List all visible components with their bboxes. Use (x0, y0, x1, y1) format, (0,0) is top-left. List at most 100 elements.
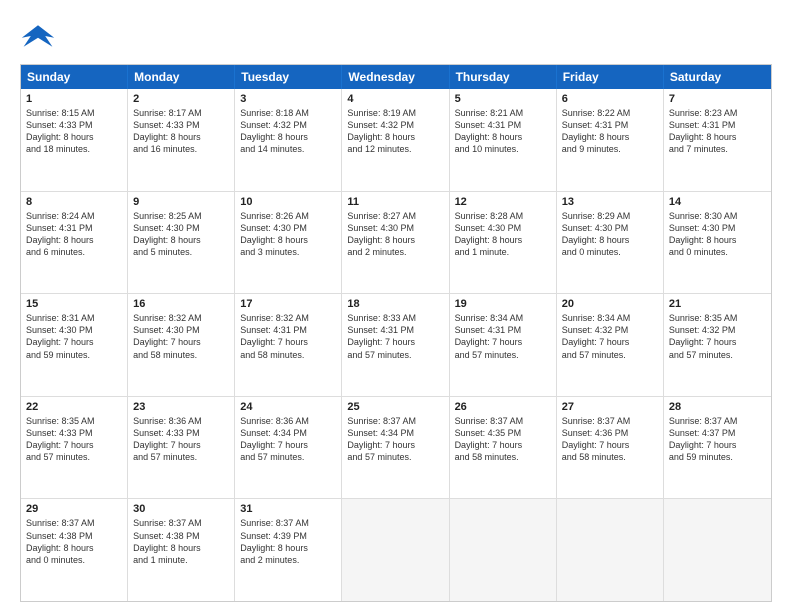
day-number: 22 (26, 401, 122, 413)
day-info: Sunrise: 8:33 AM Sunset: 4:31 PM Dayligh… (347, 312, 443, 361)
day-number: 20 (562, 298, 658, 310)
day-cell-empty (664, 499, 771, 601)
logo-icon (20, 18, 56, 54)
day-number: 7 (669, 93, 766, 105)
col-header-saturday: Saturday (664, 65, 771, 89)
day-number: 28 (669, 401, 766, 413)
day-number: 27 (562, 401, 658, 413)
day-cell-27: 27 Sunrise: 8:37 AM Sunset: 4:36 PM Dayli… (557, 397, 664, 499)
day-info: Sunrise: 8:37 AM Sunset: 4:37 PM Dayligh… (669, 415, 766, 464)
day-number: 14 (669, 196, 766, 208)
day-number: 15 (26, 298, 122, 310)
day-number: 5 (455, 93, 551, 105)
day-number: 10 (240, 196, 336, 208)
day-info: Sunrise: 8:37 AM Sunset: 4:34 PM Dayligh… (347, 415, 443, 464)
day-number: 26 (455, 401, 551, 413)
day-cell-24: 24 Sunrise: 8:36 AM Sunset: 4:34 PM Dayli… (235, 397, 342, 499)
calendar-body: 1Sunrise: 8:15 AM Sunset: 4:33 PM Daylig… (21, 89, 771, 601)
day-cell-15: 15 Sunrise: 8:31 AM Sunset: 4:30 PM Dayli… (21, 294, 128, 396)
day-number: 2 (133, 93, 229, 105)
day-number: 3 (240, 93, 336, 105)
day-cell-16: 16 Sunrise: 8:32 AM Sunset: 4:30 PM Dayli… (128, 294, 235, 396)
day-cell-29: 29 Sunrise: 8:37 AM Sunset: 4:38 PM Dayli… (21, 499, 128, 601)
day-info: Sunrise: 8:21 AM Sunset: 4:31 PM Dayligh… (455, 107, 551, 156)
col-header-thursday: Thursday (450, 65, 557, 89)
week-row-4: 22 Sunrise: 8:35 AM Sunset: 4:33 PM Dayli… (21, 397, 771, 500)
day-cell-3: 3 Sunrise: 8:18 AM Sunset: 4:32 PM Daylig… (235, 89, 342, 191)
day-cell-14: 14Sunrise: 8:30 AM Sunset: 4:30 PM Dayli… (664, 192, 771, 294)
day-info: Sunrise: 8:35 AM Sunset: 4:33 PM Dayligh… (26, 415, 122, 464)
day-info: Sunrise: 8:26 AM Sunset: 4:30 PM Dayligh… (240, 210, 336, 259)
day-cell-7: 7 Sunrise: 8:23 AM Sunset: 4:31 PM Daylig… (664, 89, 771, 191)
day-cell-21: 21Sunrise: 8:35 AM Sunset: 4:32 PM Dayli… (664, 294, 771, 396)
day-cell-6: 6Sunrise: 8:22 AM Sunset: 4:31 PM Daylig… (557, 89, 664, 191)
col-header-sunday: Sunday (21, 65, 128, 89)
day-cell-empty (342, 499, 449, 601)
day-info: Sunrise: 8:23 AM Sunset: 4:31 PM Dayligh… (669, 107, 766, 156)
day-number: 4 (347, 93, 443, 105)
day-info: Sunrise: 8:28 AM Sunset: 4:30 PM Dayligh… (455, 210, 551, 259)
day-info: Sunrise: 8:24 AM Sunset: 4:31 PM Dayligh… (26, 210, 122, 259)
day-number: 8 (26, 196, 122, 208)
day-info: Sunrise: 8:31 AM Sunset: 4:30 PM Dayligh… (26, 312, 122, 361)
day-info: Sunrise: 8:32 AM Sunset: 4:31 PM Dayligh… (240, 312, 336, 361)
day-info: Sunrise: 8:36 AM Sunset: 4:34 PM Dayligh… (240, 415, 336, 464)
day-number: 21 (669, 298, 766, 310)
day-number: 16 (133, 298, 229, 310)
day-info: Sunrise: 8:27 AM Sunset: 4:30 PM Dayligh… (347, 210, 443, 259)
day-number: 19 (455, 298, 551, 310)
week-row-5: 29 Sunrise: 8:37 AM Sunset: 4:38 PM Dayli… (21, 499, 771, 601)
header (20, 18, 772, 54)
day-cell-17: 17 Sunrise: 8:32 AM Sunset: 4:31 PM Dayli… (235, 294, 342, 396)
day-info: Sunrise: 8:37 AM Sunset: 4:36 PM Dayligh… (562, 415, 658, 464)
day-cell-23: 23Sunrise: 8:36 AM Sunset: 4:33 PM Dayli… (128, 397, 235, 499)
day-number: 12 (455, 196, 551, 208)
col-header-monday: Monday (128, 65, 235, 89)
day-cell-12: 12 Sunrise: 8:28 AM Sunset: 4:30 PM Dayli… (450, 192, 557, 294)
day-cell-9: 9Sunrise: 8:25 AM Sunset: 4:30 PM Daylig… (128, 192, 235, 294)
day-info: Sunrise: 8:37 AM Sunset: 4:38 PM Dayligh… (26, 517, 122, 566)
day-cell-25: 25 Sunrise: 8:37 AM Sunset: 4:34 PM Dayli… (342, 397, 449, 499)
page: SundayMondayTuesdayWednesdayThursdayFrid… (0, 0, 792, 612)
day-number: 29 (26, 503, 122, 515)
day-cell-empty (450, 499, 557, 601)
day-info: Sunrise: 8:32 AM Sunset: 4:30 PM Dayligh… (133, 312, 229, 361)
day-info: Sunrise: 8:18 AM Sunset: 4:32 PM Dayligh… (240, 107, 336, 156)
week-row-2: 8 Sunrise: 8:24 AM Sunset: 4:31 PM Daylig… (21, 192, 771, 295)
day-info: Sunrise: 8:37 AM Sunset: 4:38 PM Dayligh… (133, 517, 229, 566)
day-number: 30 (133, 503, 229, 515)
day-cell-10: 10 Sunrise: 8:26 AM Sunset: 4:30 PM Dayli… (235, 192, 342, 294)
day-number: 11 (347, 196, 443, 208)
day-info: Sunrise: 8:34 AM Sunset: 4:32 PM Dayligh… (562, 312, 658, 361)
day-cell-8: 8 Sunrise: 8:24 AM Sunset: 4:31 PM Daylig… (21, 192, 128, 294)
day-number: 17 (240, 298, 336, 310)
day-cell-22: 22 Sunrise: 8:35 AM Sunset: 4:33 PM Dayli… (21, 397, 128, 499)
day-info: Sunrise: 8:37 AM Sunset: 4:35 PM Dayligh… (455, 415, 551, 464)
day-info: Sunrise: 8:34 AM Sunset: 4:31 PM Dayligh… (455, 312, 551, 361)
week-row-1: 1Sunrise: 8:15 AM Sunset: 4:33 PM Daylig… (21, 89, 771, 192)
col-header-wednesday: Wednesday (342, 65, 449, 89)
day-cell-19: 19 Sunrise: 8:34 AM Sunset: 4:31 PM Dayli… (450, 294, 557, 396)
day-number: 24 (240, 401, 336, 413)
week-row-3: 15 Sunrise: 8:31 AM Sunset: 4:30 PM Dayli… (21, 294, 771, 397)
day-cell-28: 28 Sunrise: 8:37 AM Sunset: 4:37 PM Dayli… (664, 397, 771, 499)
day-number: 18 (347, 298, 443, 310)
day-info: Sunrise: 8:36 AM Sunset: 4:33 PM Dayligh… (133, 415, 229, 464)
day-number: 25 (347, 401, 443, 413)
day-number: 1 (26, 93, 122, 105)
day-cell-4: 4 Sunrise: 8:19 AM Sunset: 4:32 PM Daylig… (342, 89, 449, 191)
day-cell-empty (557, 499, 664, 601)
day-info: Sunrise: 8:17 AM Sunset: 4:33 PM Dayligh… (133, 107, 229, 156)
day-cell-20: 20 Sunrise: 8:34 AM Sunset: 4:32 PM Dayli… (557, 294, 664, 396)
day-info: Sunrise: 8:29 AM Sunset: 4:30 PM Dayligh… (562, 210, 658, 259)
day-number: 31 (240, 503, 336, 515)
day-number: 13 (562, 196, 658, 208)
day-cell-18: 18 Sunrise: 8:33 AM Sunset: 4:31 PM Dayli… (342, 294, 449, 396)
day-info: Sunrise: 8:25 AM Sunset: 4:30 PM Dayligh… (133, 210, 229, 259)
calendar: SundayMondayTuesdayWednesdayThursdayFrid… (20, 64, 772, 602)
day-cell-1: 1Sunrise: 8:15 AM Sunset: 4:33 PM Daylig… (21, 89, 128, 191)
day-info: Sunrise: 8:19 AM Sunset: 4:32 PM Dayligh… (347, 107, 443, 156)
logo (20, 18, 60, 54)
col-header-tuesday: Tuesday (235, 65, 342, 89)
day-cell-30: 30 Sunrise: 8:37 AM Sunset: 4:38 PM Dayli… (128, 499, 235, 601)
